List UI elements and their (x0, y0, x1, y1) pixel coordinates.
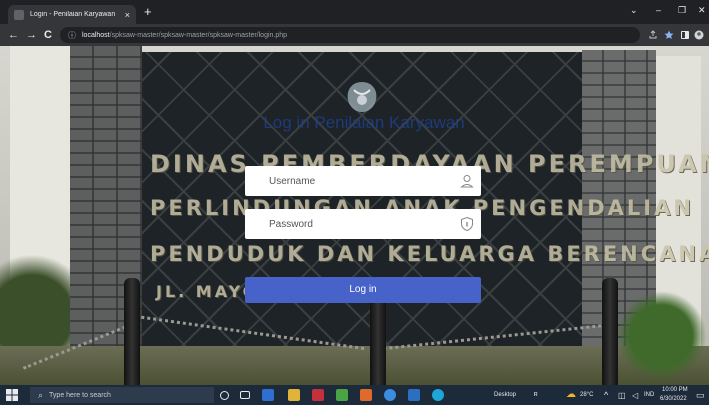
browser-window: Login - Penilaian Karyawan × + ⌄ – ❐ ✕ ←… (0, 0, 709, 405)
reload-button[interactable]: C (44, 28, 52, 42)
app-icon[interactable] (360, 389, 372, 401)
login-button[interactable]: Log in (245, 277, 481, 303)
taskbar-search[interactable]: ⌕ Type here to search (30, 387, 214, 403)
browser-toolbar: ← → C ⓘ localhost /spksaw-master/spksaw-… (0, 24, 709, 46)
clock-date[interactable]: 6/30/2022 (660, 396, 687, 402)
username-input[interactable] (245, 166, 459, 196)
file-explorer-icon[interactable] (288, 389, 300, 401)
page-title: Log in Penilaian Karyawan (263, 113, 465, 132)
tab-login[interactable]: Login - Penilaian Karyawan × (8, 5, 136, 24)
shield-lock-icon (461, 216, 473, 232)
share-icon[interactable] (648, 30, 658, 40)
username-field[interactable] (245, 166, 481, 196)
back-button[interactable]: ← (8, 28, 19, 42)
desktop-toolbar-label[interactable]: Desktop (494, 392, 516, 398)
profile-avatar-icon[interactable] (694, 30, 704, 40)
password-field[interactable] (245, 209, 481, 239)
background-plants (614, 286, 709, 385)
sign-text-line: PENDUDUK DAN KELUARGA BERENCANA (150, 242, 709, 266)
sidebar-icon[interactable] (680, 30, 690, 40)
app-icon[interactable] (336, 389, 348, 401)
tab-strip: Login - Penilaian Karyawan × + ⌄ – ❐ ✕ (0, 0, 709, 24)
tab-title: Login - Penilaian Karyawan (30, 11, 116, 18)
os-taskbar: ⌕ Type here to search Desktop ᴿ ☁ 28°C ^… (0, 385, 709, 405)
windows-start-icon[interactable] (6, 389, 18, 401)
task-view-icon[interactable] (240, 391, 250, 399)
close-window-button[interactable]: ✕ (698, 5, 706, 16)
taskbar-search-placeholder: Type here to search (49, 391, 111, 399)
search-icon: ⌕ (38, 389, 44, 400)
tab-search-icon[interactable]: ⌄ (630, 5, 638, 16)
language-indicator[interactable]: IND (644, 392, 654, 398)
page-viewport: DINAS PEMBERDAYAAN PEREMPUAN PERLINDUNGA… (0, 46, 709, 385)
weather-icon[interactable]: ☁ (566, 389, 576, 400)
cortana-icon[interactable] (220, 391, 229, 400)
chevron-up-icon[interactable]: ^ (604, 390, 608, 400)
forward-button[interactable]: → (26, 28, 37, 42)
minimize-button[interactable]: – (656, 5, 661, 15)
bookmark-star-icon[interactable] (664, 30, 674, 40)
chrome-icon[interactable] (384, 389, 396, 401)
people-icon[interactable]: ᴿ (534, 391, 538, 400)
app-icon[interactable] (262, 389, 274, 401)
user-icon (460, 175, 474, 188)
network-icon[interactable]: ◫ (618, 391, 626, 400)
background-post (602, 278, 618, 385)
app-icon[interactable] (408, 389, 420, 401)
url-host: localhost (82, 31, 110, 39)
site-info-icon[interactable]: ⓘ (68, 30, 76, 41)
tab-close-icon[interactable]: × (125, 10, 130, 20)
background-post (124, 278, 140, 385)
maximize-button[interactable]: ❐ (678, 5, 686, 16)
clock-time[interactable]: 10:00 PM (662, 387, 688, 393)
weather-temperature[interactable]: 28°C (580, 392, 593, 398)
logo-icon (347, 82, 377, 112)
new-tab-button[interactable]: + (144, 5, 152, 19)
url-path: /spksaw-master/spksaw-master/spksaw-mast… (109, 31, 288, 39)
address-bar[interactable]: ⓘ localhost /spksaw-master/spksaw-master… (60, 27, 640, 43)
notification-icon[interactable]: ▭ (696, 390, 705, 401)
background-post (370, 296, 386, 385)
edge-icon[interactable] (432, 389, 444, 401)
page-favicon-icon (14, 9, 24, 20)
password-input[interactable] (245, 209, 459, 239)
volume-icon[interactable]: ◁ (632, 391, 638, 400)
app-icon[interactable] (312, 389, 324, 401)
